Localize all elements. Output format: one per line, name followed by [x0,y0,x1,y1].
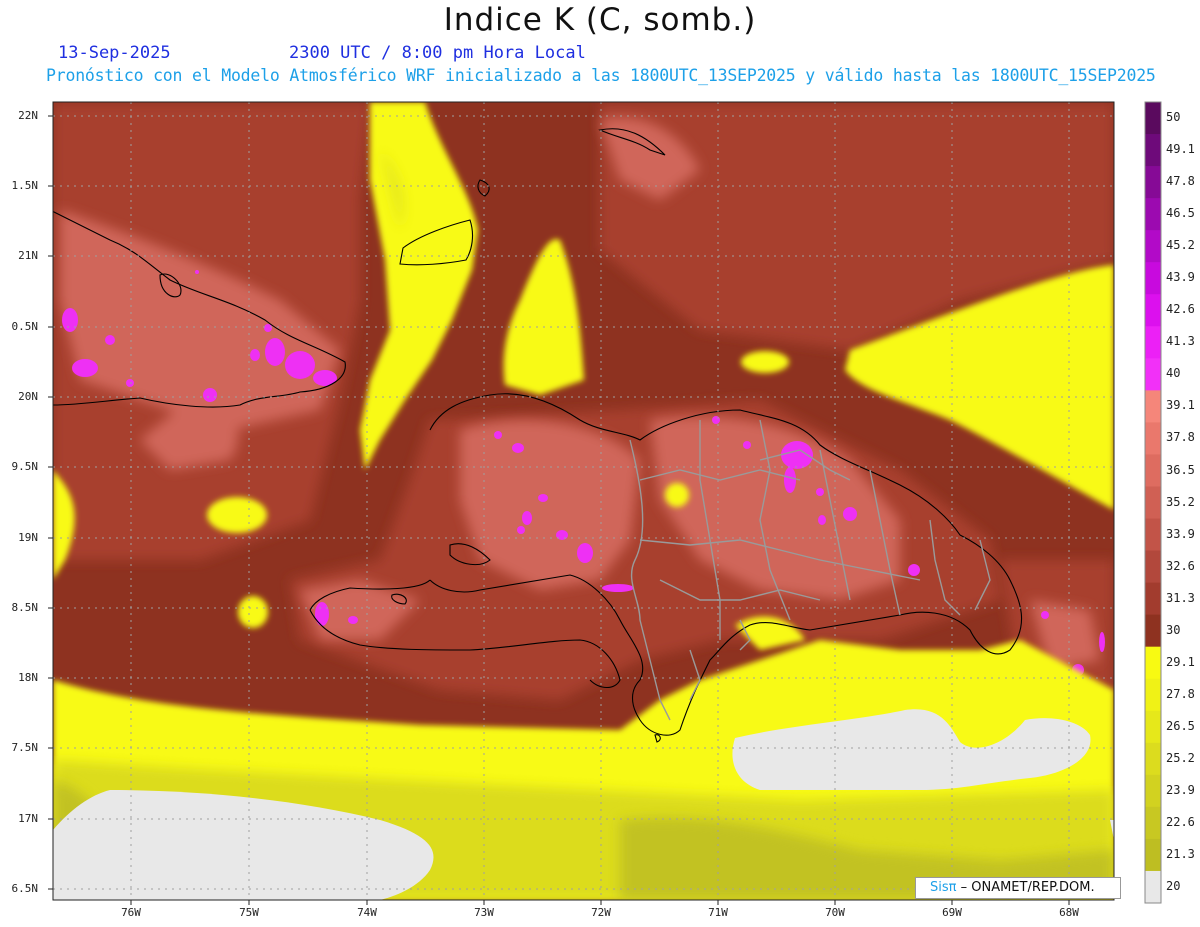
lon-label: 68W [1059,906,1079,919]
lat-label: 8.5N [11,601,39,614]
colorbar-swatch [1145,486,1161,520]
colorbar-label: 22.6 [1166,814,1195,829]
colorbar-swatch [1145,710,1161,744]
colorbar-label: 43.9 [1166,270,1195,285]
colorbar-label: 30 [1166,622,1181,637]
colorbar-label: 40 [1166,366,1181,381]
lat-label: 22N [18,109,38,122]
colorbar-swatch [1145,358,1161,391]
colorbar-swatch [1145,838,1161,872]
colorbar-swatch [1145,550,1161,584]
colorbar-swatch [1145,422,1161,455]
colorbar-label: 45.2 [1166,238,1195,253]
colorbar-swatch [1145,518,1161,552]
colorbar-label: 35.2 [1166,494,1195,509]
lon-label: 72W [591,906,611,919]
lat-label: 20N [18,390,38,403]
colorbar-swatch [1145,454,1161,487]
colorbar-label: 46.5 [1166,206,1195,221]
colorbar-label: 47.8 [1166,174,1195,189]
colorbar-label: 27.8 [1166,686,1195,701]
colorbar-label: 25.2 [1166,750,1195,765]
colorbar-swatch [1145,326,1161,359]
colorbar-swatch [1145,166,1161,199]
colorbar-label: 37.8 [1166,430,1195,445]
colorbar-swatch [1145,774,1161,808]
colorbar-swatch [1145,806,1161,840]
lon-label: 70W [825,906,845,919]
colorbar-label: 20 [1166,879,1181,893]
lat-label: 17N [18,812,38,825]
lat-label: 18N [18,671,38,684]
colorbar-label: 23.9 [1166,782,1195,797]
k-index-map [48,101,1162,905]
colorbar-label: 32.6 [1166,558,1195,573]
colorbar-label: 33.9 [1166,526,1195,541]
lat-label: 19N [18,531,38,544]
colorbar-swatch [1145,390,1161,423]
lon-label: 71W [708,906,728,919]
colorbar-swatch [1145,614,1161,648]
colorbar-swatch [1145,262,1161,295]
colorbar-label: 41.3 [1166,334,1195,349]
colorbar-swatch [1145,230,1161,263]
colorbar-swatch [1145,582,1161,616]
map-field [53,102,1114,900]
lat-label: 7.5N [11,741,39,754]
lat-label: 0.5N [11,320,39,333]
credit-box: Sisπ – ONAMET/REP.DOM. [915,877,1121,899]
colorbar-label: 26.5 [1166,718,1195,733]
colorbar-label: 31.3 [1166,590,1195,605]
sispi-logo-text: Sisπ [930,880,957,895]
colorbar-label: 36.5 [1166,462,1195,477]
colorbar-label: 42.6 [1166,302,1195,317]
credit-text: – ONAMET/REP.DOM. [960,880,1095,895]
colorbar-swatch [1145,198,1161,231]
lon-label: 75W [239,906,259,919]
colorbar-label: 50 [1166,110,1181,124]
colorbar [1144,101,1162,904]
lon-label: 73W [474,906,494,919]
colorbar-swatch [1145,646,1161,680]
lat-label: 21N [18,249,38,262]
lat-label: 9.5N [11,460,39,473]
colorbar-swatch [1145,102,1161,135]
colorbar-swatch [1145,294,1161,327]
lat-label: 1.5N [11,179,39,192]
colorbar-swatch [1145,870,1161,904]
colorbar-label: 29.1 [1166,654,1195,669]
lon-label: 69W [942,906,962,919]
colorbar-label: 39.1 [1166,398,1195,413]
colorbar-label: 49.1 [1166,142,1195,157]
lon-label: 76W [121,906,141,919]
colorbar-swatch [1145,134,1161,167]
colorbar-label: 21.3 [1166,846,1195,861]
colorbar-swatch [1145,742,1161,776]
lat-label: 6.5N [11,882,39,895]
lon-label: 74W [357,906,377,919]
colorbar-swatch [1145,678,1161,712]
